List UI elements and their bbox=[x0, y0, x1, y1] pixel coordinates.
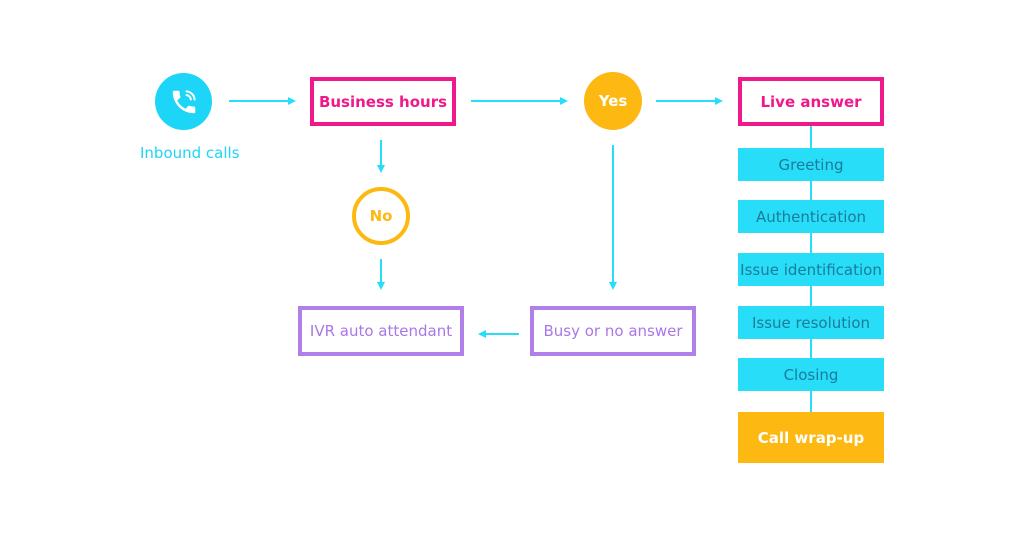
step-issue-identification: Issue identification bbox=[738, 253, 884, 286]
step-greeting: Greeting bbox=[738, 148, 884, 181]
busy-or-no-answer-box: Busy or no answer bbox=[530, 306, 696, 356]
phone-ringing-icon bbox=[172, 89, 196, 113]
ivr-auto-attendant-box: IVR auto attendant bbox=[298, 306, 464, 356]
business-hours-box: Business hours bbox=[310, 77, 456, 126]
step-authentication: Authentication bbox=[738, 200, 884, 233]
live-answer-box: Live answer bbox=[738, 77, 884, 126]
yes-decision: Yes bbox=[584, 72, 642, 130]
inbound-calls-node bbox=[155, 73, 212, 130]
step-closing: Closing bbox=[738, 358, 884, 391]
inbound-calls-label: Inbound calls bbox=[140, 144, 240, 162]
call-wrap-up-box: Call wrap-up bbox=[738, 412, 884, 463]
no-decision: No bbox=[352, 187, 410, 245]
step-issue-resolution: Issue resolution bbox=[738, 306, 884, 339]
